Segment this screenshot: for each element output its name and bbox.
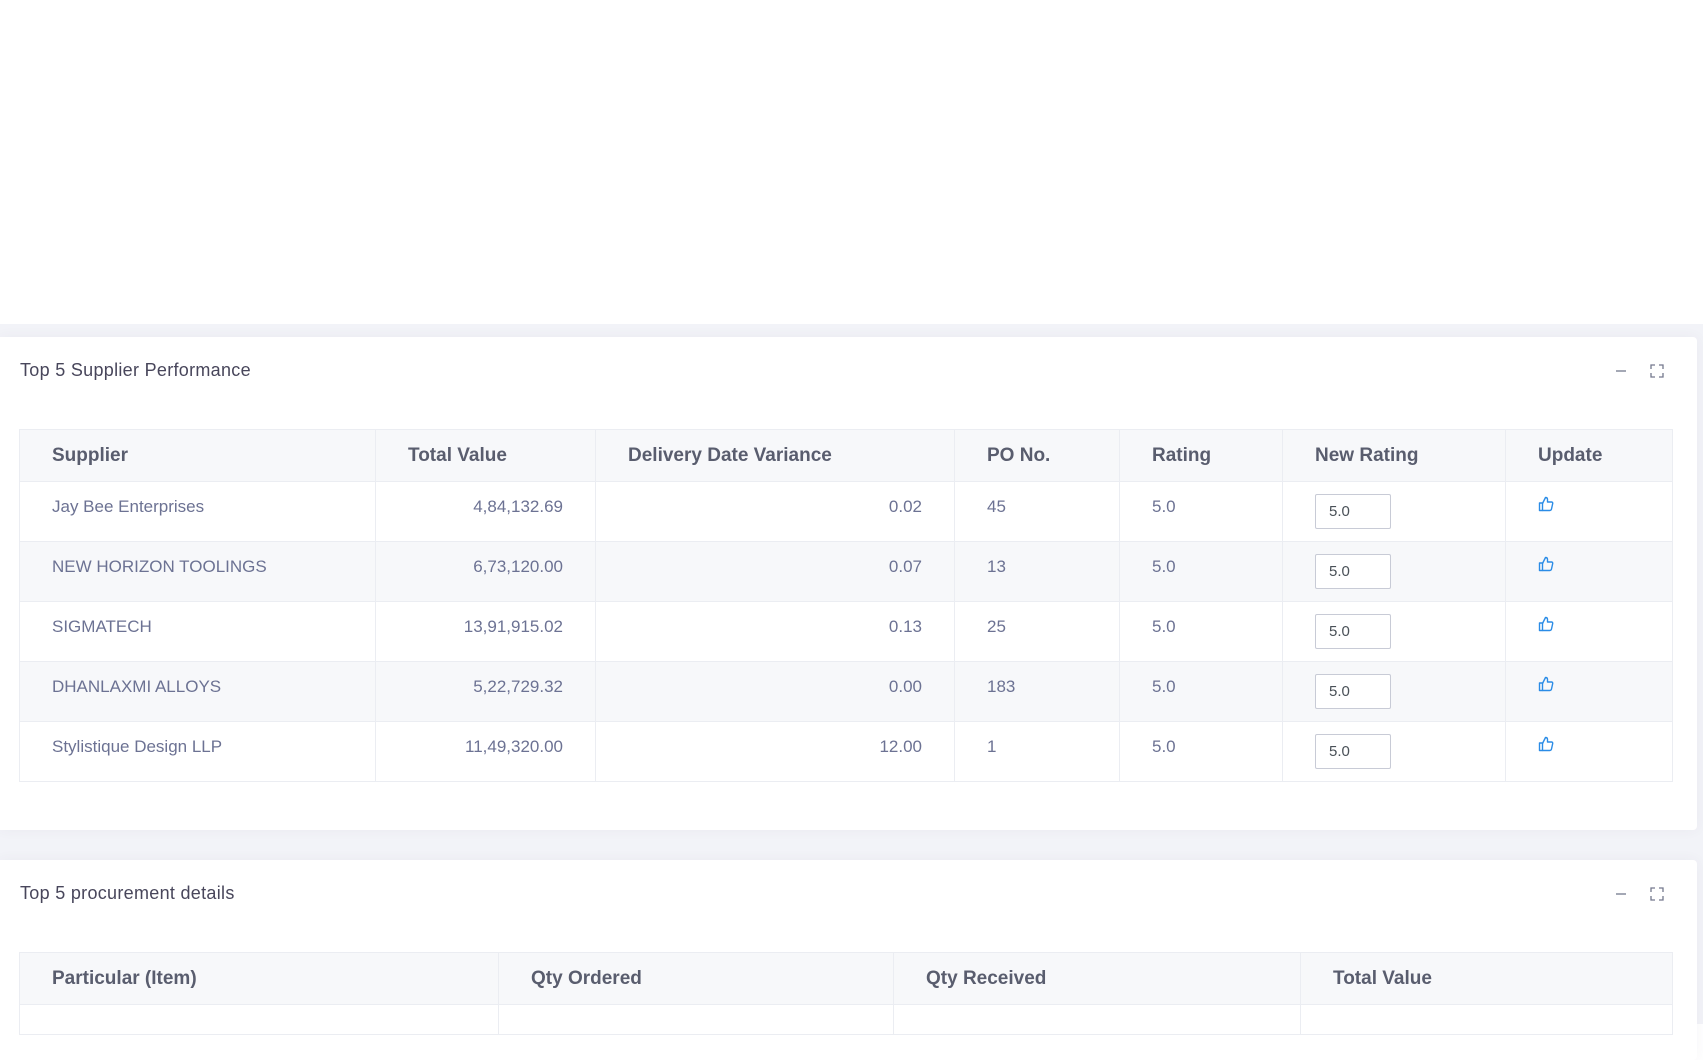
column-header-total-value[interactable]: Total Value <box>375 429 596 482</box>
table-row <box>19 1004 1673 1035</box>
supplier-performance-card: Top 5 Supplier Performance Supplier Tota… <box>0 337 1697 830</box>
cell-po-no: 45 <box>954 481 1120 542</box>
cell-rating: 5.0 <box>1119 541 1283 602</box>
thumbs-up-icon[interactable] <box>1538 736 1554 757</box>
new-rating-input[interactable] <box>1315 494 1391 529</box>
thumbs-up-icon[interactable] <box>1538 556 1554 577</box>
column-header-supplier[interactable]: Supplier <box>19 429 376 482</box>
fullscreen-icon <box>1650 364 1664 378</box>
thumbs-up-icon[interactable] <box>1538 616 1554 637</box>
minimize-icon <box>1616 370 1626 372</box>
cell-total-value: 13,91,915.02 <box>375 601 596 662</box>
minimize-button[interactable] <box>1612 362 1630 380</box>
cell-supplier: NEW HORIZON TOOLINGS <box>19 541 376 602</box>
column-header-new-rating[interactable]: New Rating <box>1282 429 1506 482</box>
cell-total-value: 11,49,320.00 <box>375 721 596 782</box>
cell-delivery-variance: 0.13 <box>595 601 955 662</box>
cell-update <box>1505 541 1673 602</box>
cell-supplier: DHANLAXMI ALLOYS <box>19 661 376 722</box>
cell-rating: 5.0 <box>1119 721 1283 782</box>
table-header-row: Particular (Item) Qty Ordered Qty Receiv… <box>19 952 1673 1005</box>
thumbs-up-icon[interactable] <box>1538 676 1554 697</box>
procurement-details-card: Top 5 procurement details Particular (It… <box>0 860 1697 1060</box>
cell-delivery-variance: 0.02 <box>595 481 955 542</box>
fullscreen-button[interactable] <box>1648 362 1666 380</box>
cell-new-rating <box>1282 541 1506 602</box>
cell-update <box>1505 601 1673 662</box>
card-title: Top 5 procurement details <box>20 883 235 903</box>
thumbs-up-icon[interactable] <box>1538 496 1554 517</box>
cell-rating: 5.0 <box>1119 661 1283 722</box>
cell-supplier: Stylistique Design LLP <box>19 721 376 782</box>
column-header-rating[interactable]: Rating <box>1119 429 1283 482</box>
cell-qty-ordered <box>498 1004 894 1035</box>
cell-rating: 5.0 <box>1119 601 1283 662</box>
cell-delivery-variance: 12.00 <box>595 721 955 782</box>
column-header-total-value[interactable]: Total Value <box>1300 952 1673 1005</box>
card-header: Top 5 Supplier Performance <box>0 337 1697 405</box>
column-header-qty-ordered[interactable]: Qty Ordered <box>498 952 894 1005</box>
cell-new-rating <box>1282 661 1506 722</box>
cell-po-no: 13 <box>954 541 1120 602</box>
cell-supplier: SIGMATECH <box>19 601 376 662</box>
new-rating-input[interactable] <box>1315 674 1391 709</box>
cell-delivery-variance: 0.00 <box>595 661 955 722</box>
new-rating-input[interactable] <box>1315 554 1391 589</box>
column-header-po-no[interactable]: PO No. <box>954 429 1120 482</box>
cell-new-rating <box>1282 481 1506 542</box>
fullscreen-button[interactable] <box>1648 885 1666 903</box>
supplier-performance-table: Supplier Total Value Delivery Date Varia… <box>19 429 1673 782</box>
cell-total-value: 4,84,132.69 <box>375 481 596 542</box>
cell-po-no: 1 <box>954 721 1120 782</box>
cell-rating: 5.0 <box>1119 481 1283 542</box>
cell-update <box>1505 661 1673 722</box>
top-blank-area <box>0 0 1703 324</box>
cell-supplier: Jay Bee Enterprises <box>19 481 376 542</box>
new-rating-input[interactable] <box>1315 614 1391 649</box>
procurement-details-table: Particular (Item) Qty Ordered Qty Receiv… <box>19 952 1673 1035</box>
table-row: DHANLAXMI ALLOYS 5,22,729.32 0.00 183 5.… <box>19 661 1673 722</box>
new-rating-input[interactable] <box>1315 734 1391 769</box>
cell-po-no: 183 <box>954 661 1120 722</box>
table-row: NEW HORIZON TOOLINGS 6,73,120.00 0.07 13… <box>19 541 1673 602</box>
table-row: Jay Bee Enterprises 4,84,132.69 0.02 45 … <box>19 481 1673 542</box>
fullscreen-icon <box>1650 887 1664 901</box>
column-header-delivery-date-variance[interactable]: Delivery Date Variance <box>595 429 955 482</box>
cell-total-value: 5,22,729.32 <box>375 661 596 722</box>
table-header-row: Supplier Total Value Delivery Date Varia… <box>19 429 1673 482</box>
cell-total-value <box>1300 1004 1673 1035</box>
table-row: SIGMATECH 13,91,915.02 0.13 25 5.0 <box>19 601 1673 662</box>
card-header: Top 5 procurement details <box>0 860 1697 928</box>
column-header-update[interactable]: Update <box>1505 429 1673 482</box>
minimize-icon <box>1616 893 1626 895</box>
cell-new-rating <box>1282 721 1506 782</box>
cell-delivery-variance: 0.07 <box>595 541 955 602</box>
table-row: Stylistique Design LLP 11,49,320.00 12.0… <box>19 721 1673 782</box>
cell-new-rating <box>1282 601 1506 662</box>
cell-total-value: 6,73,120.00 <box>375 541 596 602</box>
card-title: Top 5 Supplier Performance <box>20 360 251 380</box>
cell-update <box>1505 721 1673 782</box>
cell-particular <box>19 1004 499 1035</box>
cell-po-no: 25 <box>954 601 1120 662</box>
minimize-button[interactable] <box>1612 885 1630 903</box>
cell-update <box>1505 481 1673 542</box>
column-header-qty-received[interactable]: Qty Received <box>893 952 1301 1005</box>
column-header-particular-item[interactable]: Particular (Item) <box>19 952 499 1005</box>
cell-qty-received <box>893 1004 1301 1035</box>
